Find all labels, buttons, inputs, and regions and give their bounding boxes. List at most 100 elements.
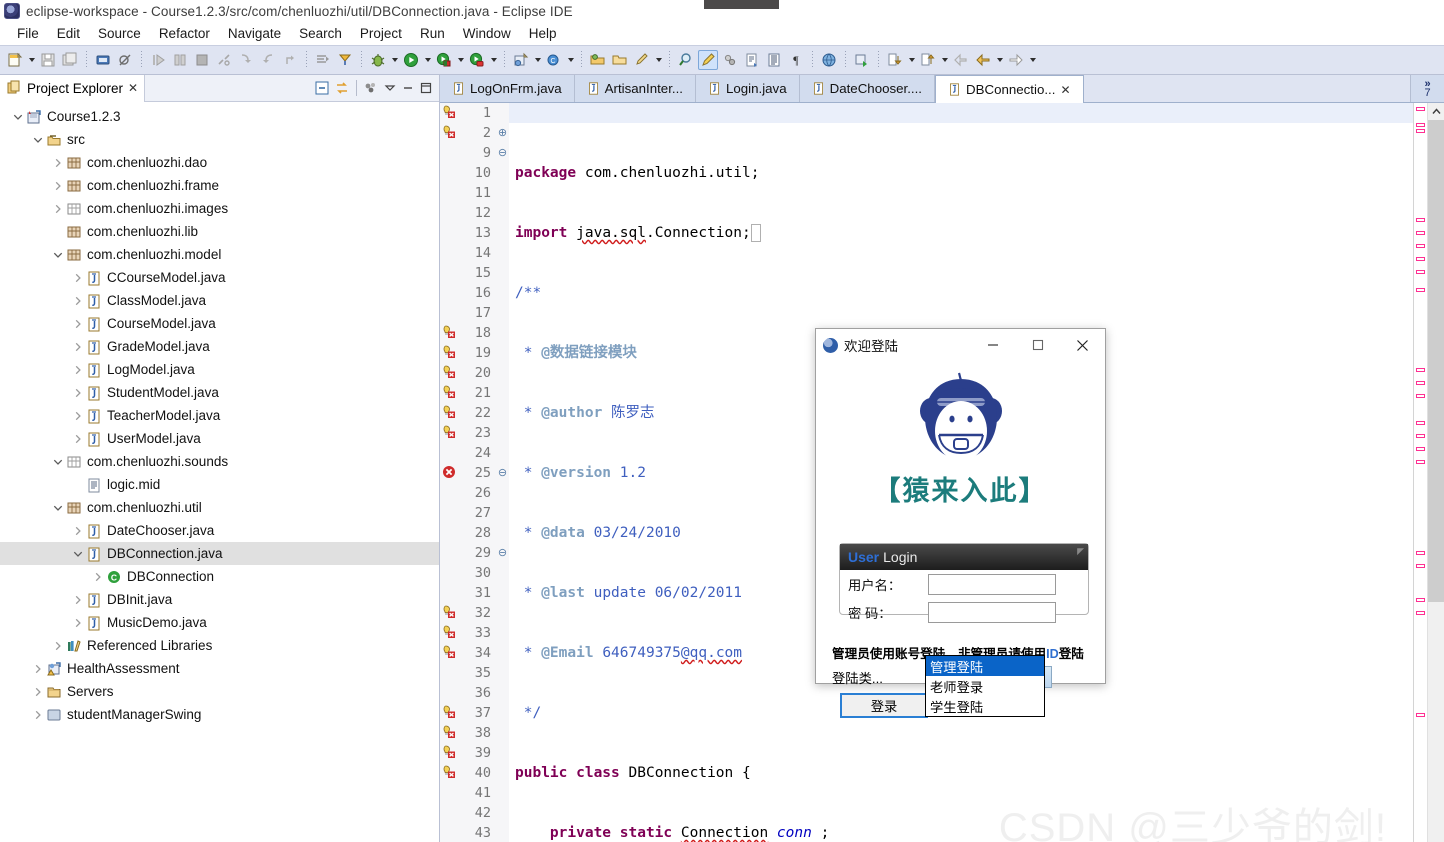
quickfix-error-marker-icon[interactable] — [442, 425, 458, 441]
minimize-icon[interactable] — [401, 81, 415, 95]
fold-toggle[interactable] — [496, 103, 509, 123]
scrollbar-thumb[interactable] — [1428, 120, 1444, 602]
outline-icon[interactable] — [764, 50, 784, 70]
tree-item-com-chenluozhi-sounds[interactable]: com.chenluozhi.sounds — [0, 450, 439, 473]
tree-item-coursemodel-java[interactable]: CourseModel.java — [0, 312, 439, 335]
menu-run[interactable]: Run — [411, 24, 454, 43]
tree-item-dbconnection-java[interactable]: DBConnection.java — [0, 542, 439, 565]
login-dialog[interactable]: 欢迎登陆 【猿来入此】 User Login ◤ 用户名： 密 码： 管理员使用… — [815, 328, 1106, 718]
menu-search[interactable]: Search — [290, 24, 351, 43]
fold-toggle[interactable] — [496, 203, 509, 223]
tree-item-com-chenluozhi-util[interactable]: com.chenluozhi.util — [0, 496, 439, 519]
new-class-dropdown[interactable] — [565, 50, 576, 70]
fold-toggle[interactable] — [496, 243, 509, 263]
tree-twisty[interactable] — [70, 523, 86, 539]
overview-error-marker[interactable] — [1416, 218, 1425, 222]
dropdown-option-2[interactable]: 学生登陆 — [926, 696, 1044, 716]
tree-item-course1-2-3[interactable]: Course1.2.3 — [0, 105, 439, 128]
tree-item-classmodel-java[interactable]: ClassModel.java — [0, 289, 439, 312]
login-button[interactable]: 登录 — [840, 693, 928, 718]
overview-error-marker[interactable] — [1416, 231, 1425, 235]
overview-error-marker[interactable] — [1416, 107, 1425, 111]
overview-error-marker[interactable] — [1416, 551, 1425, 555]
tree-twisty[interactable] — [70, 270, 86, 286]
tree-twisty[interactable] — [70, 592, 86, 608]
overview-error-marker[interactable] — [1416, 394, 1425, 398]
fold-toggle[interactable] — [496, 303, 509, 323]
debug-icon[interactable] — [368, 50, 388, 70]
overview-error-marker[interactable] — [1416, 244, 1425, 248]
window-controls-region[interactable] — [704, 0, 779, 9]
tree-twisty[interactable] — [30, 661, 46, 677]
new-java-dropdown[interactable] — [532, 50, 543, 70]
error-marker-icon[interactable] — [442, 465, 458, 481]
fold-toggle[interactable] — [496, 483, 509, 503]
quickfix-error-marker-icon[interactable] — [442, 325, 458, 341]
tree-item-logic-mid[interactable]: logic.mid — [0, 473, 439, 496]
chevron-down-icon[interactable] — [383, 81, 397, 95]
fold-toggle[interactable] — [496, 523, 509, 543]
pencil-highlight-icon[interactable] — [698, 50, 718, 70]
menu-help[interactable]: Help — [520, 24, 566, 43]
export-icon[interactable] — [742, 50, 762, 70]
export2-dropdown[interactable] — [939, 50, 950, 70]
close-icon[interactable]: ✕ — [128, 81, 138, 95]
overview-error-marker[interactable] — [1416, 564, 1425, 568]
tree-twisty[interactable] — [70, 477, 86, 493]
fold-toggle[interactable] — [496, 603, 509, 623]
link-with-editor-icon[interactable] — [334, 80, 350, 96]
menu-source[interactable]: Source — [89, 24, 150, 43]
tree-item-com-chenluozhi-model[interactable]: com.chenluozhi.model — [0, 243, 439, 266]
quickfix-error-marker-icon[interactable] — [442, 105, 458, 121]
fold-toggle[interactable] — [496, 283, 509, 303]
tree-twisty[interactable] — [70, 615, 86, 631]
overview-error-marker[interactable] — [1416, 123, 1425, 127]
editor-tab-login-java[interactable]: Login.java — [695, 75, 800, 102]
quickfix-error-marker-icon[interactable] — [442, 765, 458, 781]
project-explorer-tab[interactable]: Project Explorer ✕ — [0, 74, 146, 102]
overview-error-marker[interactable] — [1416, 447, 1425, 451]
browser-icon[interactable] — [819, 50, 839, 70]
fold-toggle[interactable] — [496, 323, 509, 343]
open-folder-icon[interactable] — [610, 50, 630, 70]
maximize-button[interactable] — [1015, 330, 1060, 361]
fold-toggle[interactable] — [496, 383, 509, 403]
overview-error-marker[interactable] — [1416, 434, 1425, 438]
fold-toggle[interactable] — [496, 703, 509, 723]
coverage-icon[interactable] — [467, 50, 487, 70]
scroll-up-icon[interactable] — [1428, 103, 1444, 120]
print-icon[interactable] — [93, 50, 113, 70]
tree-item-com-chenluozhi-images[interactable]: com.chenluozhi.images — [0, 197, 439, 220]
export2-icon[interactable] — [918, 50, 938, 70]
tree-twisty[interactable] — [90, 569, 106, 585]
dropdown-option-1[interactable]: 老师登录 — [926, 676, 1044, 696]
run-icon[interactable] — [401, 50, 421, 70]
fold-toggle[interactable] — [496, 803, 509, 823]
tree-twisty[interactable] — [70, 431, 86, 447]
open-type-icon[interactable] — [588, 50, 608, 70]
new-class-icon[interactable]: C — [544, 50, 564, 70]
tree-twisty[interactable] — [50, 638, 66, 654]
tree-item-studentmanagerswing[interactable]: studentManagerSwing — [0, 703, 439, 726]
back-icon[interactable] — [973, 50, 993, 70]
overview-error-marker[interactable] — [1416, 460, 1425, 464]
maximize-icon[interactable] — [419, 81, 433, 95]
tree-item-src[interactable]: src — [0, 128, 439, 151]
close-icon[interactable]: ✕ — [1060, 83, 1070, 97]
overview-error-marker[interactable] — [1416, 713, 1425, 717]
fold-toggle[interactable]: ⊖ — [496, 463, 509, 483]
debug-dropdown[interactable] — [389, 50, 400, 70]
tree-twisty[interactable] — [30, 132, 46, 148]
tree-item-healthassessment[interactable]: HealthAssessment — [0, 657, 439, 680]
run-as-icon[interactable] — [434, 50, 454, 70]
quickfix-error-marker-icon[interactable] — [442, 625, 458, 641]
login-type-dropdown-list[interactable]: 管理登陆 老师登录 学生登陆 — [925, 655, 1045, 717]
menu-edit[interactable]: Edit — [48, 24, 89, 43]
quickfix-error-marker-icon[interactable] — [442, 405, 458, 421]
dialog-title-bar[interactable]: 欢迎登陆 — [816, 329, 1105, 361]
fold-toggle[interactable]: ⊖ — [496, 143, 509, 163]
tree-item-studentmodel-java[interactable]: StudentModel.java — [0, 381, 439, 404]
tree-item-usermodel-java[interactable]: UserModel.java — [0, 427, 439, 450]
new-wizard-icon[interactable] — [5, 50, 25, 70]
back-dropdown[interactable] — [994, 50, 1005, 70]
